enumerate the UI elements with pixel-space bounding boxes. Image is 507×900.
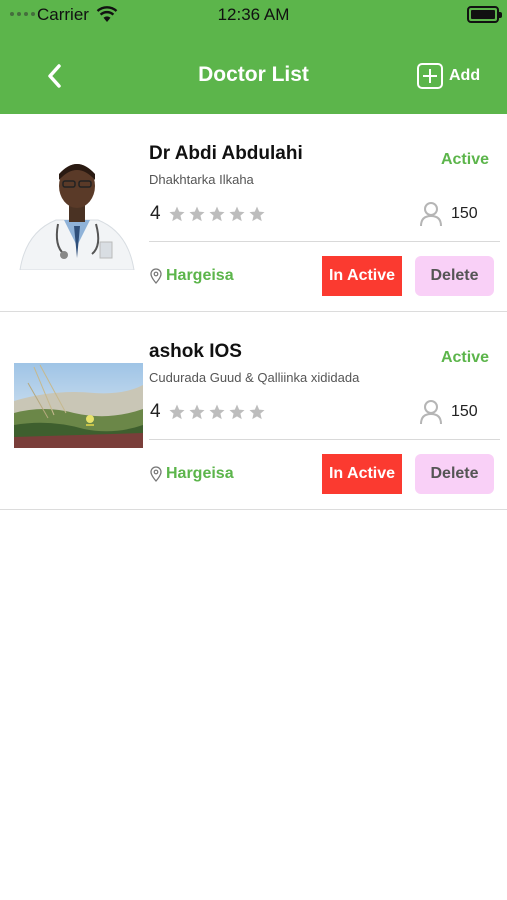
star-icon [189,206,205,222]
doctor-name: Dr Abdi Abdulahi [149,143,303,164]
star-icon [229,206,245,222]
location: Hargeisa [150,267,234,285]
person-icon [420,202,442,227]
doctor-card[interactable]: Dr Abdi Abdulahi Dhakhtarka Ilkaha Activ… [0,114,507,312]
rating-value: 4 [150,401,161,422]
star-icon [169,206,185,222]
divider [149,439,500,440]
star-icon [189,404,205,420]
patients-count: 150 [451,403,478,420]
status-badge: Active [440,349,489,366]
star-icon [249,404,265,420]
doctor-specialty: Cudurada Guud & Qalliinka xididada [149,370,360,385]
doctor-photo [14,363,143,448]
patients-count: 150 [451,205,478,222]
delete-button[interactable]: Delete [415,256,494,296]
doctor-name: ashok IOS [149,341,242,362]
status-bar: Carrier 12:36 AM [0,0,507,30]
inactive-button[interactable]: In Active [322,256,402,296]
divider [149,241,500,242]
star-rating [168,205,266,223]
star-icon [169,404,185,420]
rating-value: 4 [150,203,161,224]
city-label: Hargeisa [166,465,234,482]
doctor-card[interactable]: ashok IOS Cudurada Guud & Qalliinka xidi… [0,312,507,510]
star-icon [209,404,225,420]
location: Hargeisa [150,465,234,483]
add-label: Add [449,67,481,84]
delete-button[interactable]: Delete [415,454,494,494]
person-icon [420,400,442,425]
inactive-button[interactable]: In Active [322,454,402,494]
location-pin-icon [150,268,162,284]
location-pin-icon [150,466,162,482]
star-icon [249,206,265,222]
clock: 12:36 AM [217,5,290,24]
status-badge: Active [440,151,489,168]
city-label: Hargeisa [166,267,234,284]
star-rating [168,403,266,421]
nav-header: Carrier 12:36 AM Doctor List Add [0,0,507,114]
add-doctor-button[interactable]: Add [417,62,480,90]
plus-square-icon [417,63,443,89]
doctor-list: Dr Abdi Abdulahi Dhakhtarka Ilkaha Activ… [0,114,507,510]
star-icon [229,404,245,420]
patient-count: 150 [419,201,478,227]
battery-icon [467,6,502,23]
rating: 4 [150,203,266,225]
rating: 4 [150,401,266,423]
star-icon [209,206,225,222]
doctor-specialty: Dhakhtarka Ilkaha [149,172,254,187]
doctor-photo [18,150,136,270]
patient-count: 150 [419,399,478,425]
